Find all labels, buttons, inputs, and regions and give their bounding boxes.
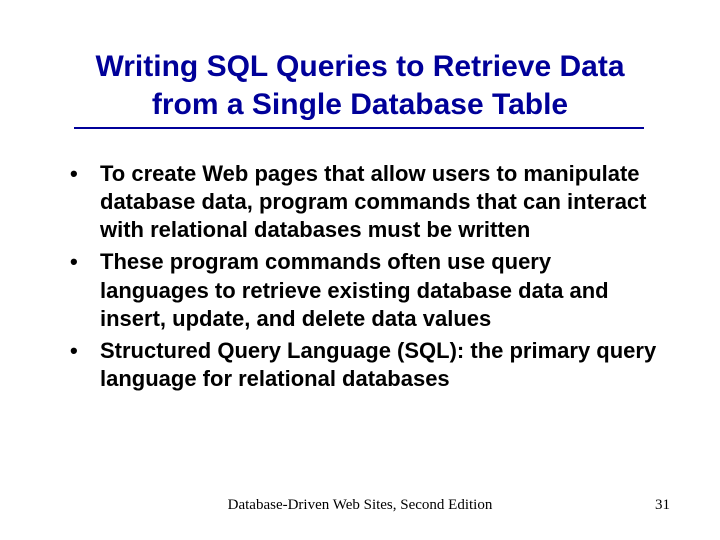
title-underline [74,127,644,129]
slide-body: To create Web pages that allow users to … [60,160,665,397]
title-line-1: Writing SQL Queries to Retrieve Data [95,50,624,83]
slide: Writing SQL Queries to Retrieve Data fro… [0,0,720,540]
bullet-text: Structured Query Language (SQL): the pri… [100,338,656,391]
slide-title: Writing SQL Queries to Retrieve Data fro… [0,48,720,123]
bullet-item: Structured Query Language (SQL): the pri… [60,337,665,393]
page-number: 31 [655,497,670,514]
bullet-item: To create Web pages that allow users to … [60,160,665,244]
bullet-item: These program commands often use query l… [60,248,665,332]
bullet-list: To create Web pages that allow users to … [60,160,665,393]
bullet-text: To create Web pages that allow users to … [100,161,647,242]
bullet-text: These program commands often use query l… [100,249,609,330]
footer-center: Database-Driven Web Sites, Second Editio… [0,497,720,514]
title-line-2: from a Single Database Table [152,88,568,121]
